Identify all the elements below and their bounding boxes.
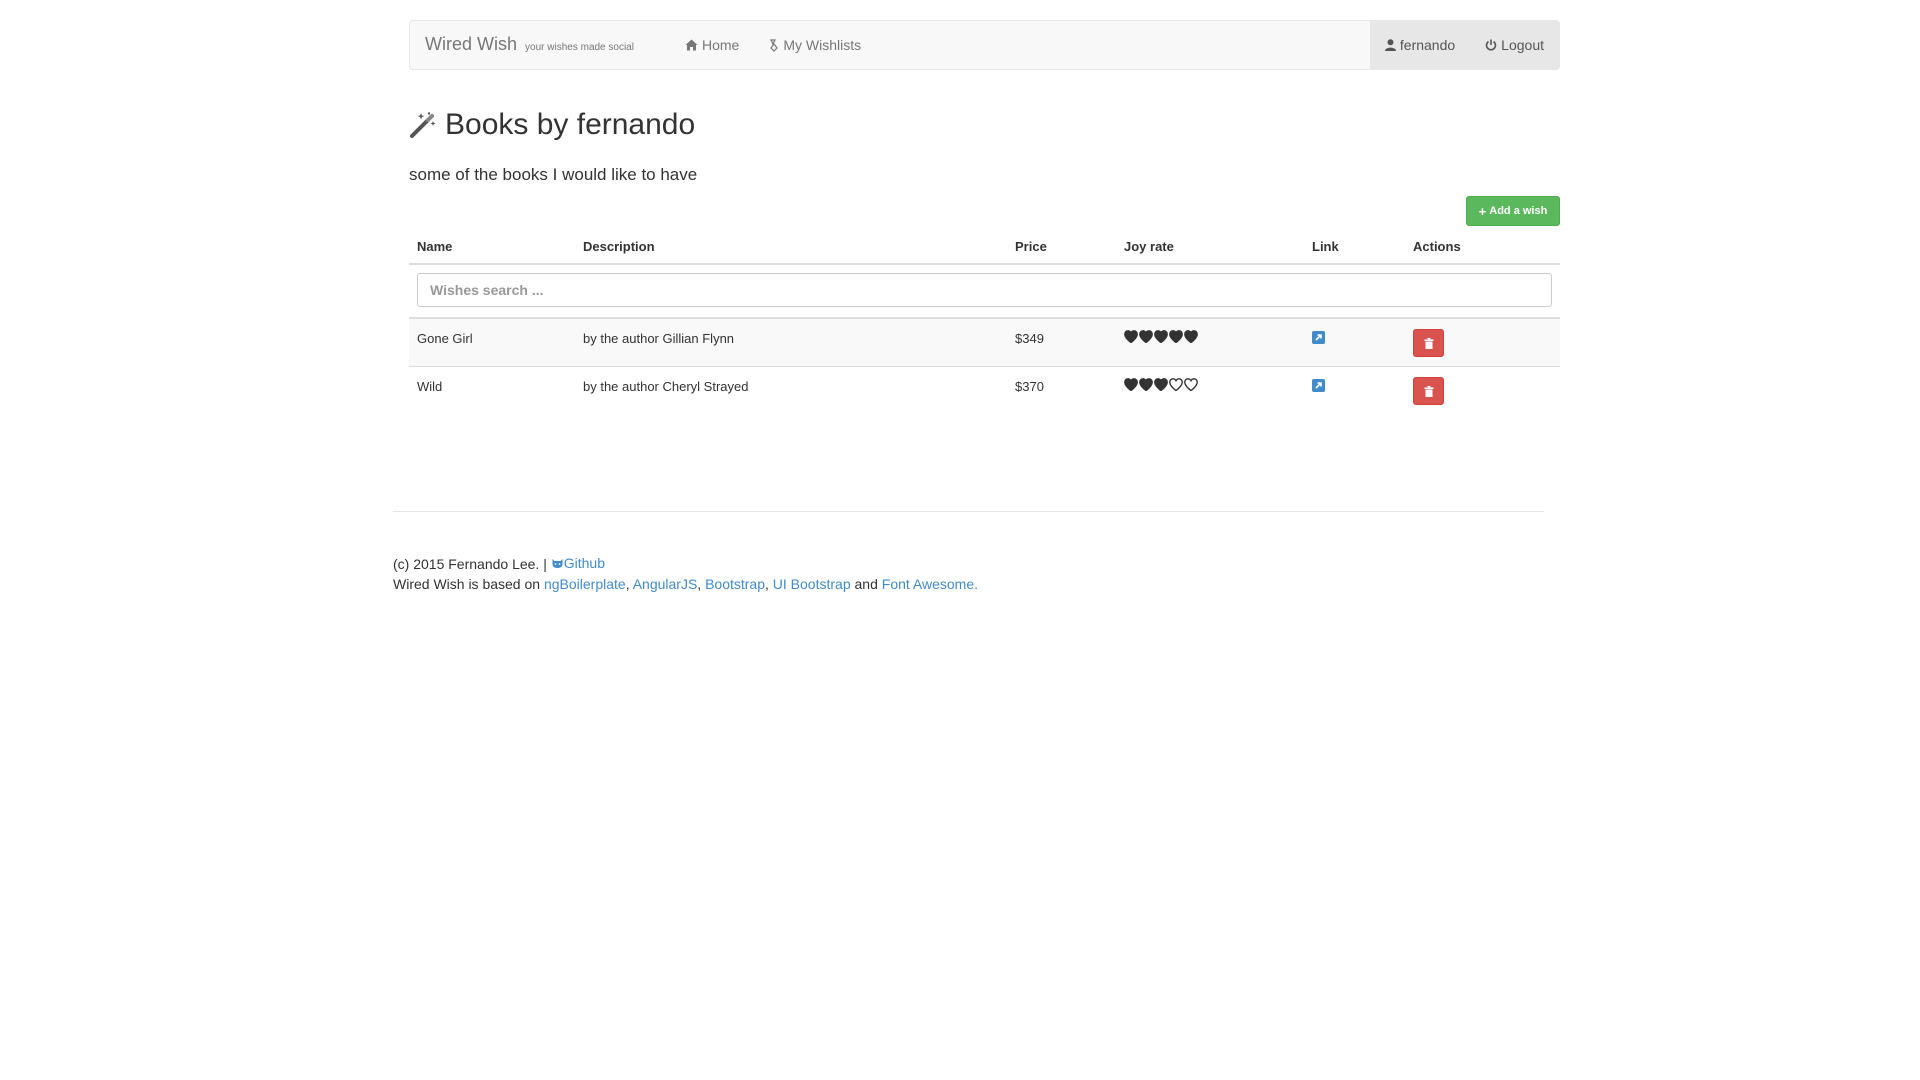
comma-separator: , [625,576,633,592]
nav-home[interactable]: Home [670,21,754,69]
heart-empty-icon[interactable] [1184,378,1198,391]
comma-separator: , [765,576,773,592]
plus-icon: + [1478,203,1487,219]
github-label: Github [563,555,605,571]
heart-filled-icon[interactable] [1124,378,1138,391]
heart-filled-icon[interactable] [1169,330,1183,343]
angularjs-link[interactable]: AngularJS [633,576,698,592]
home-icon [685,39,698,51]
external-link-icon[interactable] [1312,331,1325,344]
nav-my-wishlists-label: My Wishlists [783,37,862,53]
header-name[interactable]: Name [417,239,452,254]
navbar: Wired Wish your wishes made social Home … [409,20,1560,70]
comma-separator: , [697,576,706,592]
ngboilerplate-link[interactable]: ngBoilerplate [544,576,626,592]
header-price[interactable]: Price [1015,239,1047,254]
heart-filled-icon[interactable] [1154,330,1168,343]
brand[interactable]: Wired Wish your wishes made social [425,34,634,55]
bootstrap-link[interactable]: Bootstrap [705,576,765,592]
wish-description: by the author Gillian Flynn [583,331,735,346]
wish-name: Wild [417,379,443,394]
copyright-text: (c) 2015 Fernando Lee. | [393,556,547,572]
search-row [409,265,1560,319]
joy-rating[interactable] [1124,330,1198,343]
heart-filled-icon[interactable] [1139,378,1153,391]
nav-user[interactable]: fernando [1370,21,1470,69]
header-joy-rate[interactable]: Joy rate [1124,239,1174,254]
heart-filled-icon[interactable] [1154,378,1168,391]
header-link: Link [1312,239,1339,254]
page-title: Books by fernando [409,108,695,142]
footer-line-2: Wired Wish is based on ngBoilerplate, An… [393,574,978,594]
wish-price: $349 [1015,331,1044,346]
wishes-table: Name Description Price Joy rate Link Act… [409,230,1560,414]
brand-name: Wired Wish [425,34,518,54]
power-icon [1485,39,1497,51]
ui-bootstrap-link[interactable]: UI Bootstrap [773,576,851,592]
add-wish-label: Add a wish [1489,205,1548,217]
magic-wand-icon [409,111,437,139]
header-description[interactable]: Description [583,239,655,254]
header-actions: Actions [1413,239,1461,254]
footer: (c) 2015 Fernando Lee. | Github Wired Wi… [393,553,978,594]
font-awesome-link[interactable]: Font Awesome. [882,576,978,592]
heart-filled-icon[interactable] [1139,330,1153,343]
wish-name: Gone Girl [417,331,473,346]
heart-filled-icon[interactable] [1184,330,1198,343]
github-icon [552,559,563,568]
nav-user-label: fernando [1399,37,1456,53]
wish-description: by the author Cheryl Strayed [583,379,749,394]
user-icon [1384,39,1396,51]
wish-price: $370 [1015,379,1044,394]
add-wish-button[interactable]: + Add a wish [1466,196,1560,226]
page-title-text: Books by fernando [445,108,696,141]
and-text: and [854,576,878,592]
wishlist-icon [769,38,779,52]
nav-left: Home My Wishlists [670,21,876,69]
delete-button[interactable] [1413,329,1444,357]
brand-tagline: your wishes made social [525,42,634,53]
heart-empty-icon[interactable] [1169,378,1183,391]
wishes-search-input[interactable] [417,273,1552,307]
heart-filled-icon[interactable] [1124,330,1138,343]
table-row: Gone Girl by the author Gillian Flynn $3… [409,319,1560,367]
nav-logout-label: Logout [1501,37,1544,53]
nav-my-wishlists[interactable]: My Wishlists [754,21,876,69]
footer-line-1: (c) 2015 Fernando Lee. | Github [393,553,978,574]
delete-button[interactable] [1413,377,1444,405]
nav-home-label: Home [702,37,740,53]
table-header: Name Description Price Joy rate Link Act… [409,230,1560,265]
joy-rating[interactable] [1124,378,1198,391]
nav-logout[interactable]: Logout [1470,21,1559,69]
footer-divider [393,511,1544,512]
based-on-text: Wired Wish is based on [393,576,541,592]
table-body: Gone Girl by the author Gillian Flynn $3… [409,319,1560,414]
trash-icon [1424,337,1433,349]
table-row: Wild by the author Cheryl Strayed $370 [409,367,1560,414]
nav-right: fernando Logout [1369,21,1559,69]
github-link[interactable]: Github [551,553,605,573]
external-link-icon[interactable] [1312,379,1325,392]
page-description: some of the books I would like to have [409,165,698,184]
trash-icon [1424,385,1433,397]
